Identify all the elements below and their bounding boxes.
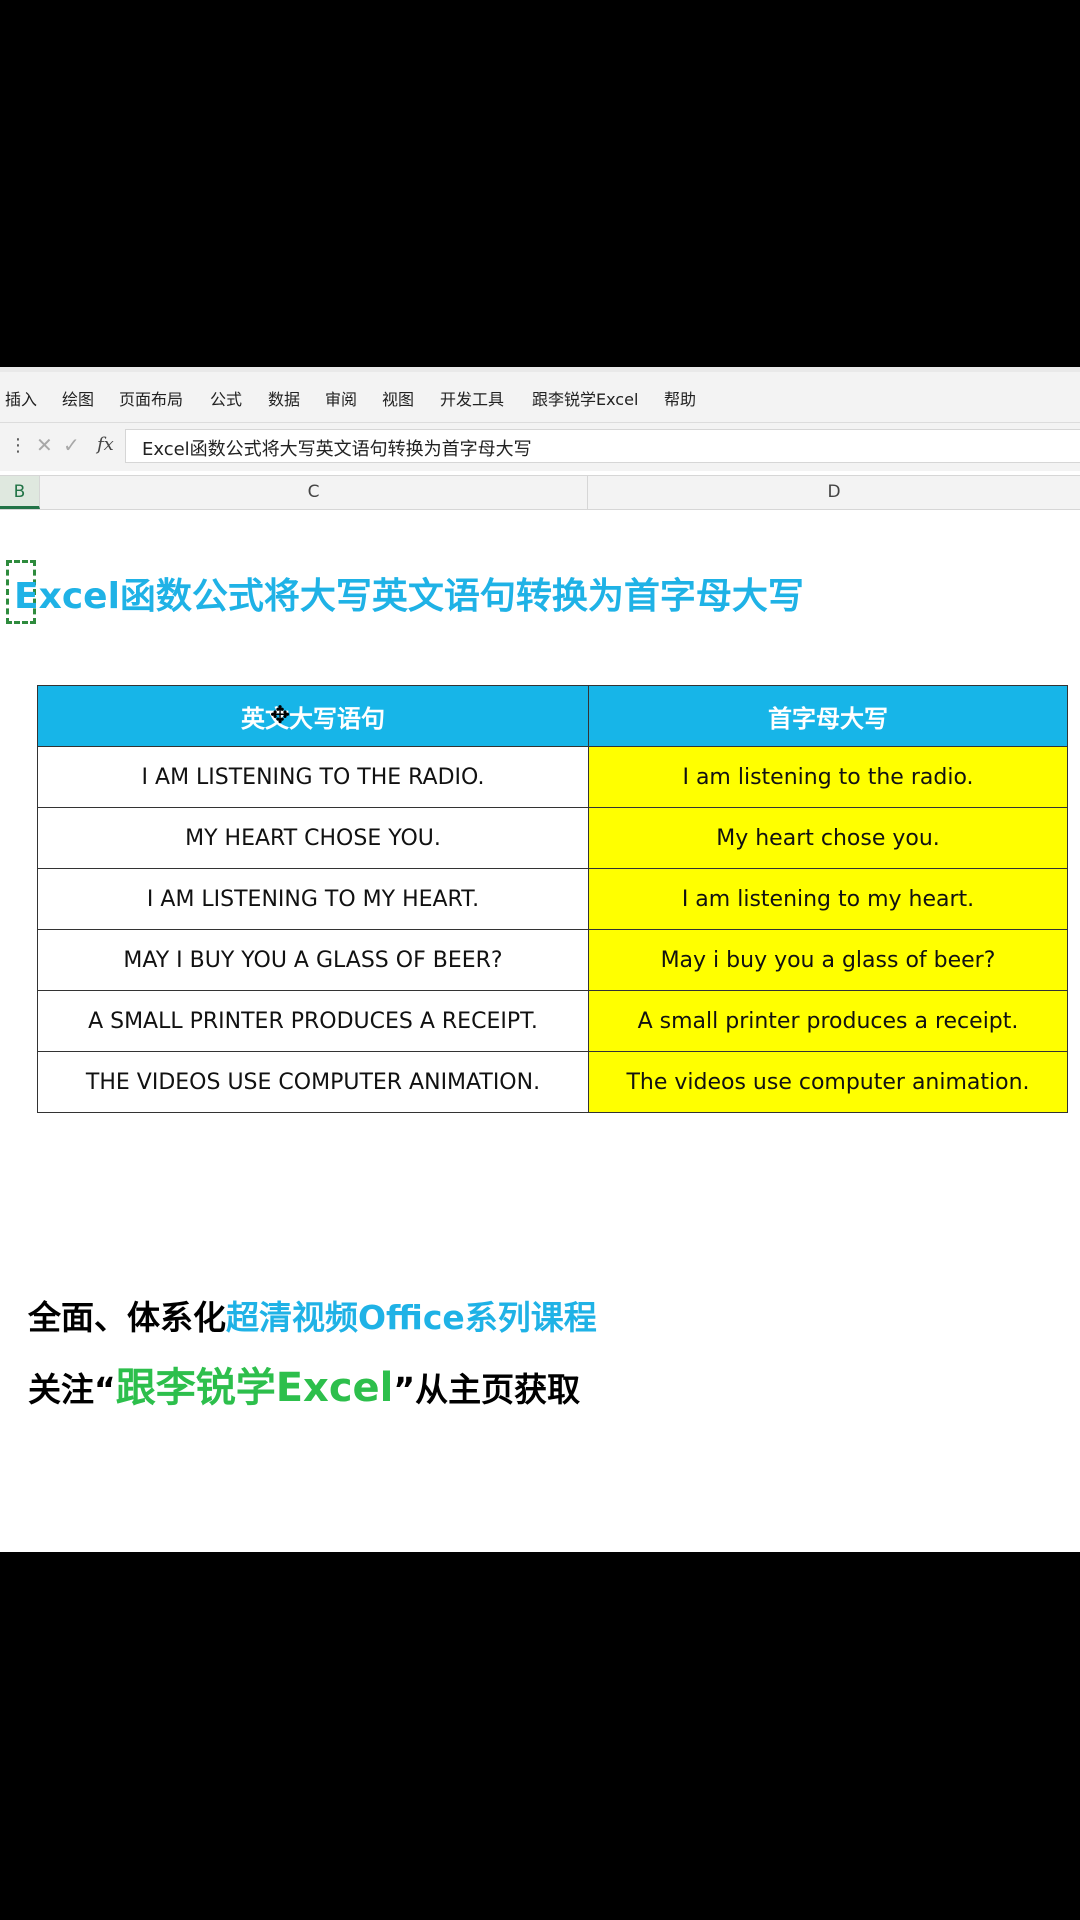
capitalized-cell[interactable]: I am listening to the radio. — [588, 746, 1068, 808]
tab-review[interactable]: 审阅 — [325, 386, 357, 410]
uppercase-cell[interactable]: MAY I BUY YOU A GLASS OF BEER? — [37, 929, 589, 991]
uppercase-cell[interactable]: I AM LISTENING TO THE RADIO. — [37, 746, 589, 808]
promo-line-2-prefix: 关注“ — [28, 1370, 116, 1409]
capitalized-cell[interactable]: May i buy you a glass of beer? — [588, 929, 1068, 991]
tab-developer[interactable]: 开发工具 — [440, 386, 504, 410]
tab-draw[interactable]: 绘图 — [62, 386, 94, 410]
promo-line-1: 全面、体系化超清视频Office系列课程 — [28, 1291, 597, 1339]
capitalized-cell[interactable]: The videos use computer animation. — [588, 1051, 1068, 1113]
table-row: MY HEART CHOSE YOU. My heart chose you. — [37, 807, 1068, 869]
tab-formulas[interactable]: 公式 — [210, 386, 242, 410]
promo-line-2-highlight: 跟李锐学Excel — [115, 1365, 394, 1411]
uppercase-cell[interactable]: MY HEART CHOSE YOU. — [37, 807, 589, 869]
table-row: I AM LISTENING TO MY HEART. I am listeni… — [37, 868, 1068, 930]
table-header-row: 英文大写语句 首字母大写 — [37, 685, 1068, 747]
capitalized-cell[interactable]: A small printer produces a receipt. — [588, 990, 1068, 1052]
tab-help[interactable]: 帮助 — [664, 386, 696, 410]
uppercase-cell[interactable]: A SMALL PRINTER PRODUCES A RECEIPT. — [37, 990, 589, 1052]
column-header-d[interactable]: D — [588, 476, 1080, 509]
capitalized-cell[interactable]: I am listening to my heart. — [588, 868, 1068, 930]
promo-line-1-prefix: 全面、体系化 — [28, 1298, 226, 1337]
promo-line-2: 关注“跟李锐学Excel”从主页获取 — [28, 1355, 580, 1413]
column-header-b[interactable]: B — [0, 476, 40, 509]
formula-bar: ⋮ ✕ ✓ fx Excel函数公式将大写英文语句转换为首字母大写 — [0, 423, 1080, 471]
tab-custom-excel[interactable]: 跟李锐学Excel — [532, 386, 638, 410]
sheet-title[interactable]: Excel函数公式将大写英文语句转换为首字母大写 — [14, 567, 804, 619]
excel-window: 插入 绘图 页面布局 公式 数据 审阅 视图 开发工具 跟李锐学Excel 帮助… — [0, 367, 1080, 1552]
table-row: I AM LISTENING TO THE RADIO. I am listen… — [37, 746, 1068, 808]
confirm-icon[interactable]: ✓ — [63, 433, 80, 457]
column-header-row: B C D — [0, 475, 1080, 510]
formula-input[interactable]: Excel函数公式将大写英文语句转换为首字母大写 — [125, 429, 1080, 463]
ribbon-tab-bar: 插入 绘图 页面布局 公式 数据 审阅 视图 开发工具 跟李锐学Excel 帮助 — [0, 372, 1080, 423]
move-cursor-icon: ✥ — [270, 701, 291, 729]
header-uppercase-sentence[interactable]: 英文大写语句 — [37, 685, 589, 747]
promo-line-2-suffix: ”从主页获取 — [393, 1370, 581, 1409]
uppercase-cell[interactable]: THE VIDEOS USE COMPUTER ANIMATION. — [37, 1051, 589, 1113]
table-row: A SMALL PRINTER PRODUCES A RECEIPT. A sm… — [37, 990, 1068, 1052]
data-table: 英文大写语句 首字母大写 I AM LISTENING TO THE RADIO… — [37, 685, 1068, 1113]
insert-function-icon[interactable]: fx — [97, 434, 114, 455]
uppercase-cell[interactable]: I AM LISTENING TO MY HEART. — [37, 868, 589, 930]
tab-view[interactable]: 视图 — [382, 386, 414, 410]
tab-insert[interactable]: 插入 — [5, 386, 37, 410]
tab-page-layout[interactable]: 页面布局 — [119, 386, 183, 410]
cancel-icon[interactable]: ✕ — [36, 433, 53, 457]
capitalized-cell[interactable]: My heart chose you. — [588, 807, 1068, 869]
header-capitalized[interactable]: 首字母大写 — [588, 685, 1068, 747]
table-row: MAY I BUY YOU A GLASS OF BEER? May i buy… — [37, 929, 1068, 991]
promo-line-1-highlight: 超清视频Office系列课程 — [226, 1298, 597, 1337]
tab-data[interactable]: 数据 — [268, 386, 300, 410]
table-row: THE VIDEOS USE COMPUTER ANIMATION. The v… — [37, 1051, 1068, 1113]
column-header-c[interactable]: C — [40, 476, 588, 509]
more-options-icon[interactable]: ⋮ — [9, 435, 27, 456]
